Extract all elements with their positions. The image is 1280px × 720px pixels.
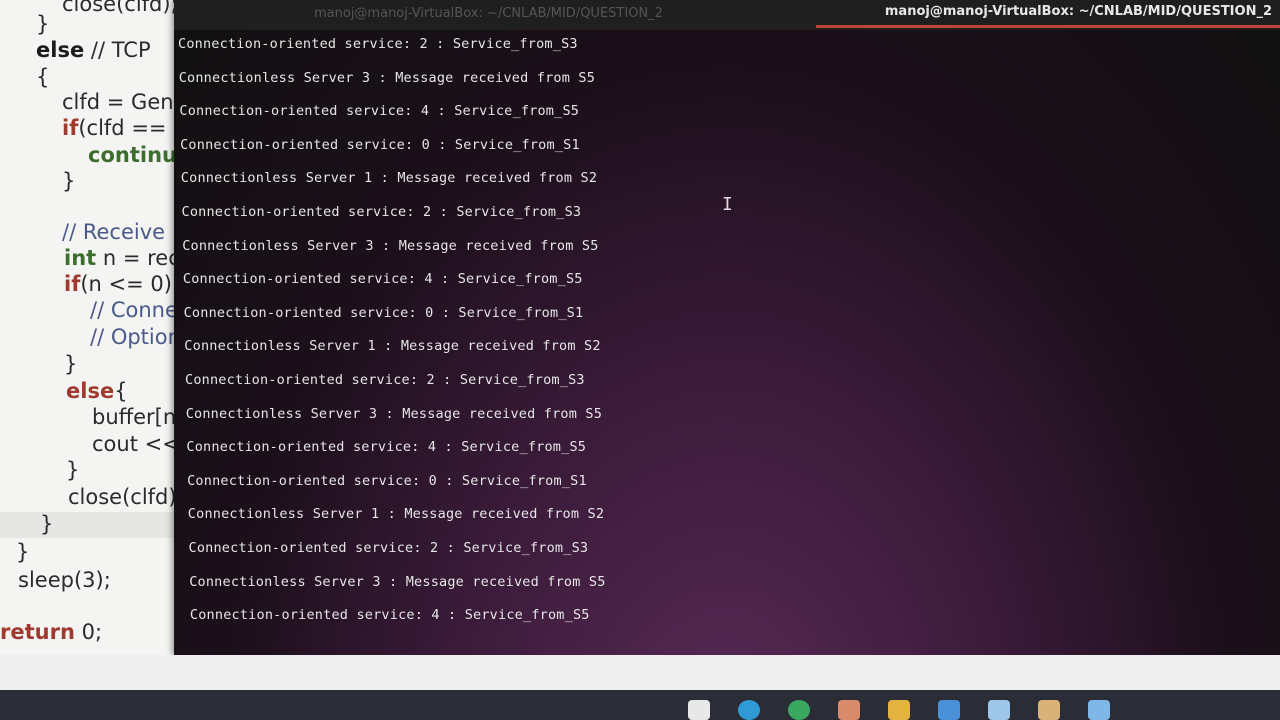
terminal-line: Connection-oriented service: 0 : Service… <box>183 304 584 321</box>
terminal-line: Connection-oriented service: 2 : Service… <box>178 36 578 52</box>
code-line: } <box>64 352 77 376</box>
terminal-line: Connection-oriented service: 4 : Service… <box>189 607 590 624</box>
terminal-line: Connection-oriented service: 0 : Service… <box>187 472 587 489</box>
code-text: } <box>40 512 54 536</box>
app-icon[interactable] <box>838 700 860 720</box>
code-line: else{ <box>66 379 128 403</box>
code-keyword: continu <box>88 143 177 167</box>
terminal-window[interactable]: manoj@manoj-VirtualBox: ~/CNLAB/MID/QUES… <box>174 0 1280 655</box>
folder-icon[interactable] <box>888 700 910 720</box>
code-keyword: if <box>62 116 79 140</box>
settings-icon[interactable] <box>938 700 960 720</box>
code-line: sleep(3); <box>18 568 111 592</box>
code-line: // Option <box>90 325 181 349</box>
terminal-line: Connection-oriented service: 2 : Service… <box>181 204 582 220</box>
code-text: // Conne <box>90 298 178 322</box>
code-line: } <box>40 512 53 536</box>
code-line: close(clfd); <box>68 485 184 509</box>
code-keyword: int <box>64 246 97 270</box>
code-line: } <box>62 169 75 193</box>
terminal-line: Connectionless Server 3 : Message receiv… <box>178 69 596 86</box>
virtualbox-icon[interactable] <box>988 700 1010 720</box>
code-keyword: else <box>36 38 85 62</box>
code-line: close(clfd); <box>62 0 178 16</box>
code-text: } <box>62 169 76 193</box>
code-text: } <box>66 458 80 482</box>
code-line: continu <box>88 143 177 167</box>
chrome-icon[interactable] <box>788 700 810 720</box>
code-line: buffer[n <box>92 405 176 429</box>
code-line: int n = rec <box>64 246 180 270</box>
code-text: } <box>64 352 78 376</box>
terminal-line: Connectionless Server 1 : Message receiv… <box>180 170 598 187</box>
desktop-strip <box>0 655 1280 690</box>
code-text: // Receive <box>62 220 166 244</box>
code-text: cout << <box>92 432 180 456</box>
code-line: cout << <box>92 432 180 456</box>
terminal-line: Connection-oriented service: 4 : Service… <box>182 271 583 288</box>
current-line-highlight <box>0 512 190 538</box>
code-line: } <box>36 12 49 36</box>
terminal-line: Connectionless Server 3 : Message receiv… <box>185 405 603 422</box>
code-line: if(n <= 0) <box>64 272 172 296</box>
terminal-line: Connection-oriented service: 2 : Service… <box>185 372 585 388</box>
code-line: { <box>36 65 49 89</box>
terminal-line: Connection-oriented service: 2 : Service… <box>188 540 589 556</box>
code-text: // TCP <box>84 38 151 62</box>
code-text: buffer[n <box>92 405 177 429</box>
code-text: (clfd == <box>78 116 167 140</box>
terminal-line: Connectionless Server 3 : Message receiv… <box>189 573 606 590</box>
terminal-line: Connection-oriented service: 4 : Service… <box>186 439 587 456</box>
code-line: // Conne <box>90 298 178 322</box>
code-keyword: return <box>0 620 75 644</box>
code-line: return 0; <box>0 620 102 644</box>
code-line: if(clfd == <box>62 116 167 140</box>
terminal-output[interactable]: Connection-oriented service: 2 : Service… <box>174 0 1280 655</box>
terminal-line: Connectionless Server 3 : Message receiv… <box>182 237 599 254</box>
taskbar <box>0 690 1280 720</box>
code-line: clfd = Gen <box>62 90 174 114</box>
code-line: else // TCP <box>36 38 151 62</box>
code-line: } <box>66 458 79 482</box>
code-text: { <box>36 65 50 89</box>
code-text: { <box>114 379 128 403</box>
code-text: } <box>16 540 30 564</box>
code-text: clfd = Gen <box>62 90 174 114</box>
code-text: n = rec <box>96 246 180 270</box>
code-text: // Option <box>90 325 181 349</box>
terminal-line: Connectionless Server 1 : Message receiv… <box>187 506 605 523</box>
terminal-line: Connection-oriented service: 0 : Service… <box>180 136 580 153</box>
notepad-icon[interactable] <box>1088 700 1110 720</box>
code-text: sleep(3); <box>18 568 111 592</box>
files-icon[interactable] <box>688 700 710 720</box>
code-text: close(clfd); <box>68 485 184 509</box>
code-text: (n <= 0) <box>80 272 172 296</box>
ibeam-cursor-icon: I <box>722 194 733 215</box>
code-text: close(clfd); <box>62 0 178 16</box>
code-keyword: else <box>66 379 115 403</box>
edge-icon[interactable] <box>738 700 760 720</box>
code-text: 0; <box>74 620 103 644</box>
code-line: } <box>16 540 29 564</box>
code-text: } <box>36 12 50 36</box>
terminal-line: Connection-oriented service: 4 : Service… <box>179 103 580 120</box>
code-line: // Receive <box>62 220 165 244</box>
tools-icon[interactable] <box>1038 700 1060 720</box>
terminal-line: Connectionless Server 1 : Message receiv… <box>184 338 601 355</box>
code-keyword: if <box>64 272 81 296</box>
